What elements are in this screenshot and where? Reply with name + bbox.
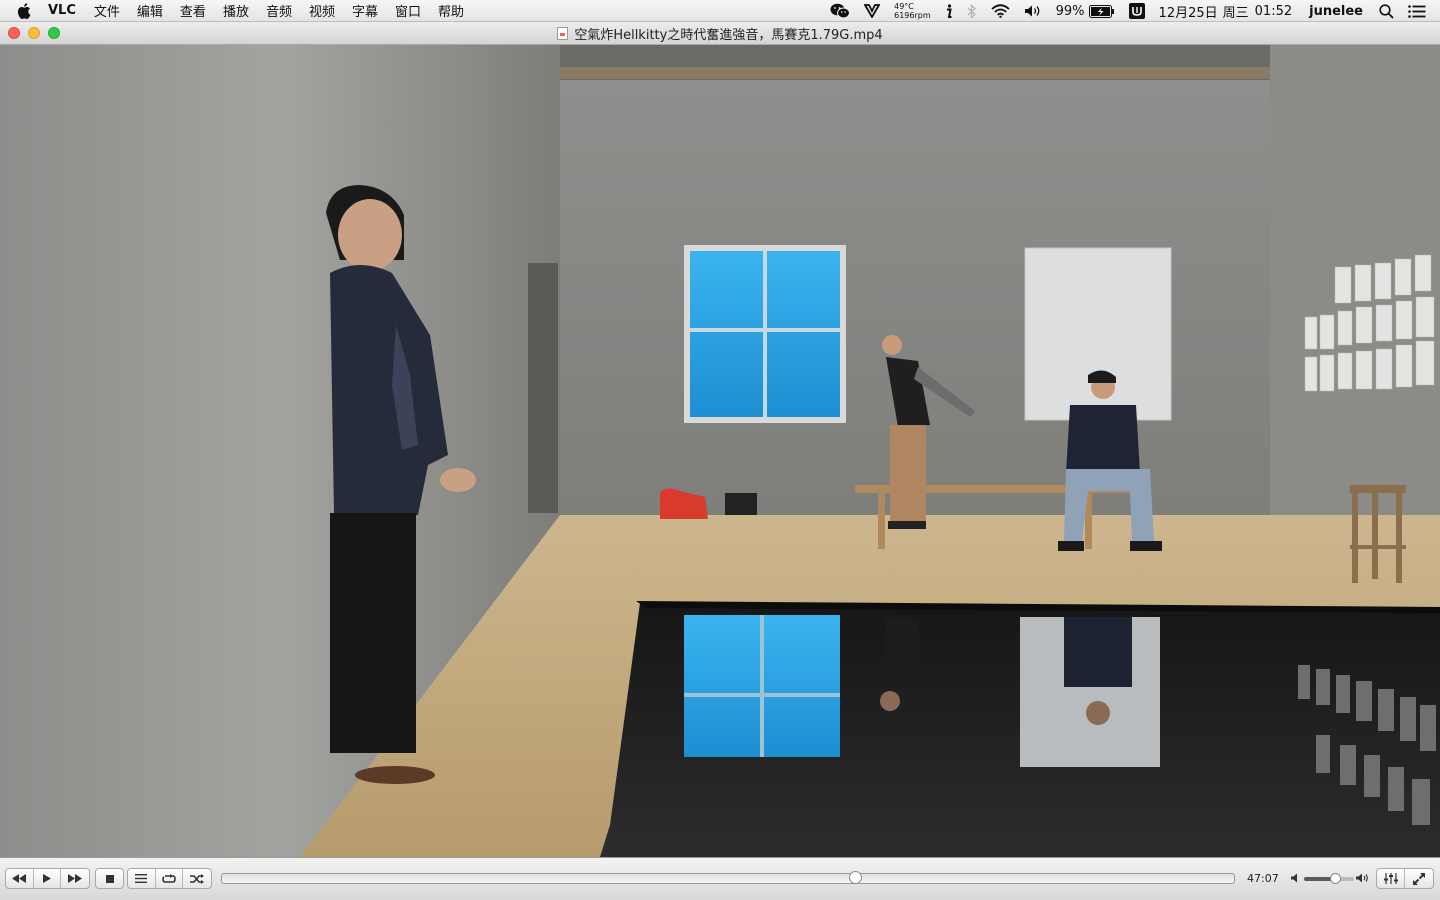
menu-view[interactable]: 查看	[180, 1, 206, 20]
video-file-icon[interactable]	[557, 27, 569, 40]
shuffle-button[interactable]	[183, 869, 211, 888]
title-container: 空氣炸Hellkitty之時代奮進強音，馬賽克1.79G.mp4	[0, 22, 1440, 45]
menu-playback[interactable]: 播放	[223, 1, 249, 20]
playlist-button[interactable]	[128, 869, 156, 888]
video-scene	[0, 45, 1440, 857]
menu-help[interactable]: 帮助	[438, 1, 464, 20]
apple-icon[interactable]	[0, 2, 48, 19]
volume-icon[interactable]	[1024, 4, 1042, 18]
volume-knob[interactable]	[1330, 873, 1341, 884]
play-icon	[43, 874, 51, 883]
menu-edit[interactable]: 编辑	[137, 1, 163, 20]
menu-subtitles[interactable]: 字幕	[352, 1, 378, 20]
menu-video[interactable]: 视频	[309, 1, 335, 20]
playback-control-bar: 47:07	[0, 857, 1440, 900]
playback-timeline[interactable]	[221, 871, 1235, 884]
stop-icon	[105, 874, 114, 883]
ceiling-beam	[560, 67, 1280, 79]
menu-window[interactable]: 窗口	[395, 1, 421, 20]
battery-icon[interactable]	[1088, 4, 1115, 18]
rewind-button[interactable]	[6, 869, 34, 888]
menu-audio[interactable]: 音频	[266, 1, 292, 20]
spotlight-icon[interactable]	[1379, 3, 1394, 19]
window-title: 空氣炸Hellkitty之時代奮進強音，馬賽克1.79G.mp4	[574, 28, 883, 43]
menu-bar: VLC 文件 编辑 查看 播放 音频 视频 字幕 窗口 帮助 49°C 6196…	[0, 0, 1440, 22]
transport-buttons	[5, 868, 90, 889]
fullscreen-icon	[1413, 872, 1425, 885]
user-account-menu[interactable]: junelee	[1309, 4, 1363, 19]
fast-forward-icon	[68, 874, 83, 883]
volume-high-icon[interactable]	[1356, 872, 1369, 887]
rewind-icon	[12, 874, 27, 883]
doorway	[528, 263, 558, 513]
notification-icon[interactable]	[1408, 4, 1426, 18]
fast-forward-button[interactable]	[61, 869, 89, 888]
battery-percentage[interactable]: 99%	[1056, 4, 1085, 19]
date-label[interactable]: 12月25日	[1159, 2, 1218, 21]
wechat-icon[interactable]	[830, 3, 851, 19]
bluetooth-icon[interactable]	[967, 3, 977, 19]
shuffle-icon	[190, 873, 205, 884]
video-frame[interactable]	[0, 45, 1440, 857]
playlist-buttons	[127, 868, 212, 889]
fan-speed-value: 6196rpm	[894, 11, 931, 20]
volume-low-icon[interactable]	[1291, 872, 1300, 887]
app-menu-vlc[interactable]: VLC	[48, 3, 76, 18]
weekday-label[interactable]: 周三	[1223, 2, 1249, 21]
stop-button[interactable]	[96, 869, 123, 888]
loop-icon	[162, 873, 176, 883]
view-buttons	[1376, 868, 1434, 889]
play-button[interactable]	[34, 869, 62, 888]
elapsed-time[interactable]: 47:07	[1247, 872, 1279, 885]
playlist-icon	[135, 874, 148, 883]
vivaldi-icon[interactable]	[864, 4, 881, 18]
fullscreen-button[interactable]	[1405, 869, 1433, 888]
cpu-temperature-widget[interactable]: 49°C 6196rpm	[894, 2, 931, 20]
wifi-icon[interactable]	[991, 4, 1010, 18]
loop-button[interactable]	[156, 869, 184, 888]
input-method-icon[interactable]	[1128, 3, 1145, 19]
info-icon[interactable]	[945, 3, 953, 19]
volume-slider[interactable]	[1304, 873, 1354, 884]
menu-file[interactable]: 文件	[94, 1, 120, 20]
black-box	[725, 493, 757, 515]
equalizer-button[interactable]	[1377, 869, 1405, 888]
temperature-value: 49°C	[894, 2, 914, 11]
equalizer-icon	[1383, 873, 1398, 884]
timeline-scrubber[interactable]	[848, 871, 862, 884]
window-title-bar[interactable]: 空氣炸Hellkitty之時代奮進強音，馬賽克1.79G.mp4	[0, 22, 1440, 45]
clock-time[interactable]: 01:52	[1255, 4, 1292, 19]
stop-button-group	[95, 868, 124, 889]
